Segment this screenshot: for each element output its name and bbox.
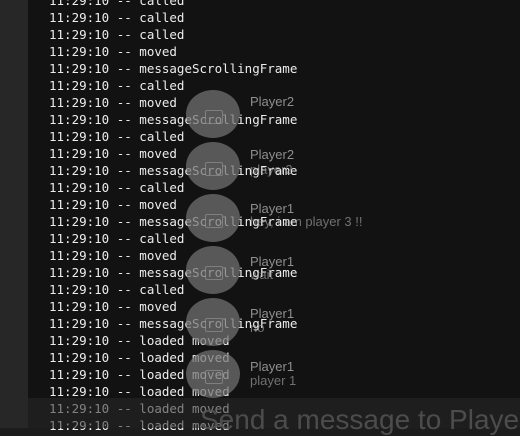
log-line: 11:29:10 -- moved [49, 95, 177, 110]
log-line: 11:29:10 -- moved [49, 299, 177, 314]
log-line: 11:29:10 -- called [49, 27, 185, 42]
log-line: 11:29:10 -- moved [49, 248, 177, 263]
log-line: 11:29:10 -- called [49, 78, 185, 93]
log-line: 11:29:10 -- loaded moved [49, 333, 230, 348]
log-list: 11:29:10 -- called 11:29:10 -- called 11… [49, 0, 297, 434]
log-line: 11:29:10 -- loaded moved [49, 418, 230, 433]
log-line: 11:29:10 -- messageScrollingFrame [49, 316, 298, 331]
log-line: 11:29:10 -- loaded moved [49, 384, 230, 399]
log-line: 11:29:10 -- called [49, 10, 185, 25]
log-line: 11:29:10 -- called [49, 231, 185, 246]
output-console[interactable]: 11:29:10 -- called 11:29:10 -- called 11… [28, 0, 520, 433]
log-line: 11:29:10 -- messageScrollingFrame [49, 61, 298, 76]
log-line: 11:29:10 -- messageScrollingFrame [49, 163, 298, 178]
log-line: 11:29:10 -- called [49, 129, 185, 144]
log-line: 11:29:10 -- messageScrollingFrame [49, 265, 298, 280]
log-line: 11:29:10 -- loaded moved [49, 350, 230, 365]
log-line: 11:29:10 -- called [49, 0, 185, 8]
log-line: 11:29:10 -- messageScrollingFrame [49, 214, 298, 229]
left-panel-strip [0, 0, 28, 428]
log-line: 11:29:10 -- loaded moved [49, 367, 230, 382]
log-line: 11:29:10 -- moved [49, 44, 177, 59]
log-line: 11:29:10 -- called [49, 180, 185, 195]
log-line: 11:29:10 -- moved [49, 146, 177, 161]
log-line: 11:29:10 -- called [49, 282, 185, 297]
log-line: 11:29:10 -- loaded moved [49, 401, 230, 416]
log-line: 11:29:10 -- messageScrollingFrame [49, 112, 298, 127]
log-line: 11:29:10 -- moved [49, 197, 177, 212]
